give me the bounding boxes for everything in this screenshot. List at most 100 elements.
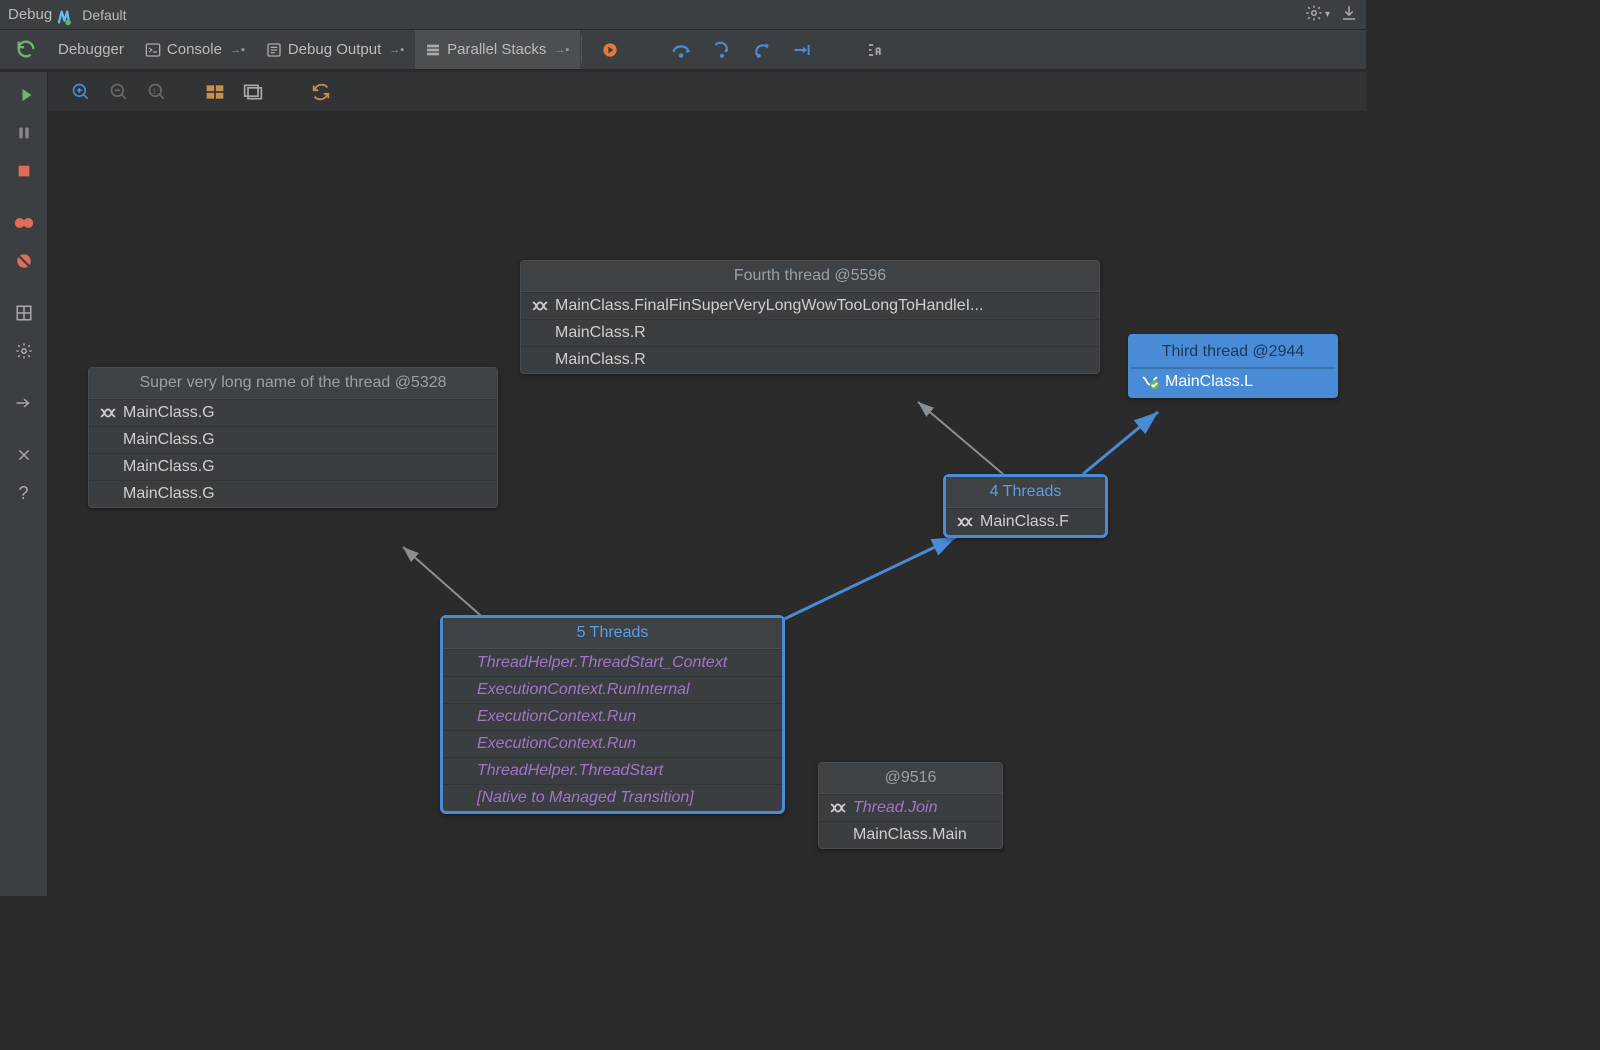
dropdown-caret-icon[interactable]: ▾ xyxy=(1325,9,1330,20)
zoom-out-button[interactable] xyxy=(106,79,132,105)
left-rail: ? xyxy=(0,72,48,896)
threads-icon xyxy=(531,298,549,314)
frame-row[interactable]: ExecutionContext.RunInternal xyxy=(443,676,782,703)
frame-label: MainClass.G xyxy=(123,404,215,422)
help-button[interactable]: ? xyxy=(9,478,39,508)
current-frame-icon xyxy=(1141,374,1159,390)
thread-node-5328[interactable]: Super very long name of the thread @5328… xyxy=(88,367,498,508)
frame-row[interactable]: [Native to Managed Transition] xyxy=(443,784,782,811)
frame-label: Thread.Join xyxy=(853,799,938,817)
mute-breakpoints-button[interactable] xyxy=(9,246,39,276)
frame-label: MainClass.G xyxy=(123,485,215,503)
stop-button[interactable] xyxy=(9,156,39,186)
frame-label: MainClass.F xyxy=(980,513,1069,531)
tab-label: Parallel Stacks xyxy=(447,41,546,58)
frame-row[interactable]: ExecutionContext.Run xyxy=(443,703,782,730)
titlebar: Debug Default ▾ xyxy=(0,0,1366,30)
frame-row[interactable]: ThreadHelper.ThreadStart xyxy=(443,757,782,784)
export-image-button[interactable] xyxy=(240,79,266,105)
threads-icon xyxy=(956,514,974,530)
pin-button[interactable] xyxy=(9,388,39,418)
frame-label: MainClass.G xyxy=(123,431,215,449)
threads-icon xyxy=(99,405,117,421)
node-header: 4 Threads xyxy=(946,477,1105,508)
tab-label: Console xyxy=(167,41,222,58)
stacks-icon xyxy=(425,42,441,58)
thread-node-2944[interactable]: Third thread @2944 MainClass.L xyxy=(1128,334,1338,398)
frame-row[interactable]: MainClass.Main xyxy=(819,821,1002,848)
layout-button[interactable] xyxy=(9,298,39,328)
evaluate-expression-button[interactable] xyxy=(861,37,887,63)
pin-icon: →▪ xyxy=(230,44,245,56)
frame-row[interactable]: MainClass.L xyxy=(1131,368,1335,395)
close-button[interactable] xyxy=(9,440,39,470)
svg-text:1:1: 1:1 xyxy=(152,86,162,95)
frame-label: ExecutionContext.Run xyxy=(477,735,636,753)
rerun-button[interactable] xyxy=(11,34,41,64)
frame-label: MainClass.R xyxy=(555,324,646,342)
scroll-to-frame-button[interactable] xyxy=(202,79,228,105)
frame-label: [Native to Managed Transition] xyxy=(477,789,694,807)
tab-label: Debug Output xyxy=(288,41,381,58)
debug-tabs: Debugger Console →▪ Debug Output →▪ Para… xyxy=(0,30,1366,70)
frame-row[interactable]: MainClass.G xyxy=(89,426,497,453)
tab-console[interactable]: Console →▪ xyxy=(135,30,256,69)
refresh-button[interactable] xyxy=(308,79,334,105)
frame-row[interactable]: ThreadHelper.ThreadStart_Context xyxy=(443,649,782,676)
dotnet-icon xyxy=(58,8,78,22)
view-breakpoints-button[interactable] xyxy=(9,208,39,238)
node-header: 5 Threads xyxy=(443,618,782,649)
frame-row[interactable]: MainClass.G xyxy=(89,399,497,426)
frame-label: MainClass.L xyxy=(1165,373,1253,391)
run-config-name: Default xyxy=(82,7,126,23)
tab-debug-output[interactable]: Debug Output →▪ xyxy=(256,30,415,69)
frame-label: MainClass.R xyxy=(555,351,646,369)
resume-button[interactable] xyxy=(9,80,39,110)
frame-row[interactable]: ExecutionContext.Run xyxy=(443,730,782,757)
thread-node-9516[interactable]: @9516 Thread.Join MainClass.Main xyxy=(818,762,1003,849)
frame-row[interactable]: MainClass.G xyxy=(89,453,497,480)
parallel-stacks-canvas[interactable]: Super very long name of the thread @5328… xyxy=(48,112,1366,896)
frame-label: MainClass.FinalFinSuperVeryLongWowTooLon… xyxy=(555,297,983,315)
gear-icon[interactable] xyxy=(1305,4,1323,25)
zoom-reset-button[interactable]: 1:1 xyxy=(144,79,170,105)
step-over-button[interactable] xyxy=(669,37,695,63)
frame-label: ExecutionContext.Run xyxy=(477,708,636,726)
panel-title: Debug xyxy=(8,6,52,23)
output-icon xyxy=(266,42,282,58)
node-header: @9516 xyxy=(819,763,1002,794)
tab-label: Debugger xyxy=(58,41,124,58)
frame-label: ThreadHelper.ThreadStart xyxy=(477,762,663,780)
frame-row[interactable]: MainClass.F xyxy=(946,508,1105,535)
frame-row[interactable]: MainClass.R xyxy=(521,319,1099,346)
thread-node-5596[interactable]: Fourth thread @5596 MainClass.FinalFinSu… xyxy=(520,260,1100,374)
download-icon[interactable] xyxy=(1340,4,1358,25)
run-config[interactable]: Default xyxy=(58,7,126,23)
frame-row[interactable]: MainClass.FinalFinSuperVeryLongWowTooLon… xyxy=(521,292,1099,319)
thread-group-4[interactable]: 4 Threads MainClass.F xyxy=(943,474,1108,538)
tab-debugger[interactable]: Debugger xyxy=(48,30,135,69)
frame-row[interactable]: Thread.Join xyxy=(819,794,1002,821)
node-header: Third thread @2944 xyxy=(1131,337,1335,368)
pause-button[interactable] xyxy=(9,118,39,148)
node-header: Super very long name of the thread @5328 xyxy=(89,368,497,399)
frame-label: ThreadHelper.ThreadStart_Context xyxy=(477,654,727,672)
frame-row[interactable]: MainClass.G xyxy=(89,480,497,507)
frame-label: MainClass.Main xyxy=(853,826,967,844)
threads-icon xyxy=(829,800,847,816)
pin-icon: →▪ xyxy=(554,44,569,56)
step-into-button[interactable] xyxy=(709,37,735,63)
frame-row[interactable]: MainClass.R xyxy=(521,346,1099,373)
tab-parallel-stacks[interactable]: Parallel Stacks →▪ xyxy=(415,30,580,69)
pin-icon: →▪ xyxy=(389,44,404,56)
frame-label: ExecutionContext.RunInternal xyxy=(477,681,690,699)
step-out-button[interactable] xyxy=(749,37,775,63)
run-to-cursor-button[interactable] xyxy=(789,37,815,63)
parallel-stacks-toolbar: 1:1 xyxy=(48,72,1366,112)
zoom-in-button[interactable] xyxy=(68,79,94,105)
thread-group-5[interactable]: 5 Threads ThreadHelper.ThreadStart_Conte… xyxy=(440,615,785,814)
show-execution-point-button[interactable] xyxy=(597,37,623,63)
node-header: Fourth thread @5596 xyxy=(521,261,1099,292)
settings-button[interactable] xyxy=(9,336,39,366)
console-icon xyxy=(145,42,161,58)
